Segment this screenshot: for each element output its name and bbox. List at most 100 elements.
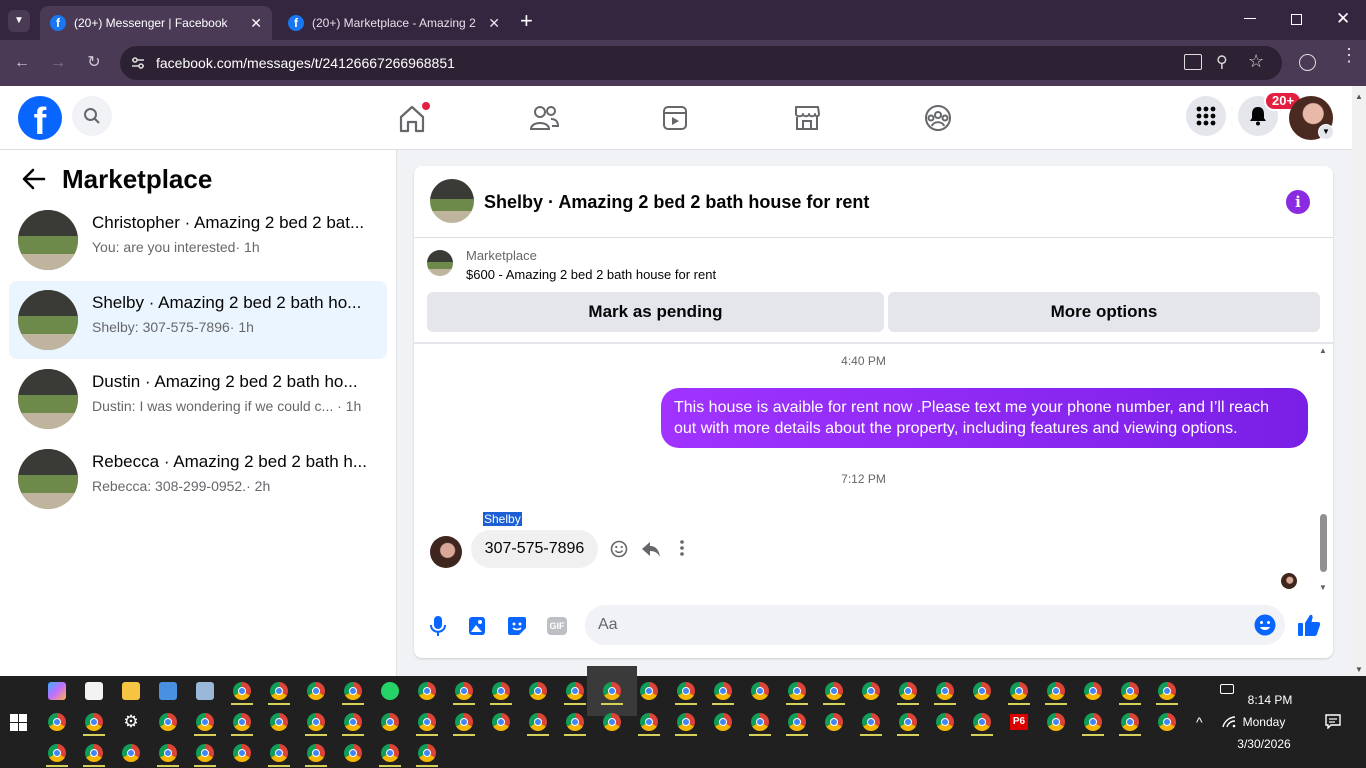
file-explorer-icon[interactable]	[122, 682, 140, 700]
chrome-taskbar-icon[interactable]	[453, 713, 475, 736]
clock-time[interactable]: 8:14 PM	[1220, 693, 1320, 707]
chrome-taskbar-icon[interactable]	[270, 713, 288, 731]
video-nav-button[interactable]	[655, 102, 695, 134]
chrome-taskbar-icon[interactable]	[342, 713, 364, 736]
chat-scrollbar[interactable]: ▲ ▼	[1317, 346, 1329, 592]
profile-icon[interactable]	[1299, 54, 1316, 71]
chrome-taskbar-icon[interactable]	[194, 713, 216, 736]
chrome-taskbar-icon[interactable]	[231, 713, 253, 736]
site-info-icon[interactable]	[130, 55, 146, 71]
bookmark-star-icon[interactable]: ☆	[1248, 51, 1264, 72]
facebook-logo[interactable]: f	[18, 96, 62, 140]
minimize-window-icon[interactable]	[1244, 18, 1256, 19]
incoming-message-bubble[interactable]: 307-575-7896	[471, 530, 598, 568]
friends-nav-button[interactable]	[524, 102, 564, 134]
more-actions-icon[interactable]	[678, 539, 686, 557]
back-arrow-icon[interactable]	[22, 168, 46, 190]
message-input[interactable]: Aa	[585, 605, 1285, 645]
chrome-taskbar-icon[interactable]	[1119, 713, 1141, 736]
close-tab-icon[interactable]: ✕	[488, 15, 500, 32]
account-chevron-down-icon[interactable]: ▼	[1318, 124, 1334, 140]
conversation-item[interactable]: Rebecca · Amazing 2 bed 2 bath h... Rebe…	[9, 440, 387, 518]
chrome-taskbar-icon[interactable]	[194, 744, 216, 767]
browser-tab-messenger[interactable]: f (20+) Messenger | Facebook ✕	[40, 6, 272, 40]
chrome-taskbar-icon[interactable]	[640, 682, 658, 700]
chrome-taskbar-icon[interactable]	[83, 713, 105, 736]
show-hidden-icons-chevron-up-icon[interactable]: ^	[1196, 714, 1203, 730]
store-icon[interactable]	[85, 682, 103, 700]
clock-day[interactable]: Monday	[1226, 715, 1302, 729]
notepad-icon[interactable]	[196, 682, 214, 700]
zoom-icon[interactable]: ⚲	[1216, 52, 1228, 72]
chrome-taskbar-icon[interactable]	[159, 713, 177, 731]
chrome-taskbar-icon[interactable]	[1047, 713, 1065, 731]
listing-summary[interactable]: $600 - Amazing 2 bed 2 bath house for re…	[466, 267, 716, 282]
keyboard-icon[interactable]	[159, 682, 177, 700]
chrome-taskbar-icon[interactable]	[268, 682, 290, 705]
restore-window-icon[interactable]	[1291, 14, 1302, 25]
voice-clip-icon[interactable]	[430, 615, 446, 637]
chrome-taskbar-icon[interactable]	[712, 682, 734, 705]
info-icon[interactable]: i	[1286, 190, 1310, 214]
conversation-item[interactable]: Dustin · Amazing 2 bed 2 bath ho... Dust…	[9, 360, 387, 438]
clock-date[interactable]: 3/30/2026	[1226, 737, 1302, 751]
chrome-taskbar-icon[interactable]	[973, 682, 991, 700]
close-tab-icon[interactable]: ✕	[250, 15, 262, 32]
settings-gear-icon[interactable]: ⚙	[122, 713, 140, 731]
chrome-taskbar-icon[interactable]	[233, 744, 251, 762]
chrome-taskbar-icon[interactable]	[675, 713, 697, 736]
chrome-taskbar-icon[interactable]	[587, 666, 637, 716]
address-bar[interactable]: facebook.com/messages/t/2412666726696885…	[120, 46, 1282, 80]
chrome-taskbar-icon[interactable]	[934, 682, 956, 705]
more-options-button[interactable]: More options	[888, 292, 1320, 332]
listing-banner-thumbnail[interactable]	[427, 250, 453, 276]
home-nav-button[interactable]	[392, 102, 432, 134]
chrome-taskbar-icon[interactable]	[825, 713, 843, 731]
chrome-taskbar-icon[interactable]	[714, 713, 732, 731]
reload-icon[interactable]: ↻	[84, 53, 104, 73]
whatsapp-icon[interactable]	[381, 682, 399, 700]
react-emoji-icon[interactable]	[610, 540, 628, 558]
chrome-taskbar-icon[interactable]	[529, 682, 547, 700]
chat-title[interactable]: Shelby · Amazing 2 bed 2 bath house for …	[484, 192, 869, 213]
copilot-icon[interactable]	[48, 682, 66, 700]
chrome-taskbar-icon[interactable]	[638, 713, 660, 736]
chrome-taskbar-icon[interactable]	[416, 713, 438, 736]
chrome-taskbar-icon[interactable]	[268, 744, 290, 767]
chrome-taskbar-icon[interactable]	[1045, 682, 1067, 705]
browser-menu-icon[interactable]: ⋮	[1340, 46, 1358, 64]
attach-photo-icon[interactable]	[468, 616, 486, 636]
chrome-taskbar-icon[interactable]	[305, 713, 327, 736]
chrome-taskbar-icon[interactable]	[897, 713, 919, 736]
mark-as-pending-button[interactable]: Mark as pending	[427, 292, 884, 332]
chrome-taskbar-icon[interactable]	[749, 713, 771, 736]
chrome-taskbar-icon[interactable]	[305, 744, 327, 767]
chrome-taskbar-icon[interactable]	[862, 682, 880, 700]
chrome-taskbar-icon[interactable]	[786, 682, 808, 705]
chrome-taskbar-icon[interactable]	[490, 682, 512, 705]
chrome-taskbar-icon[interactable]	[971, 713, 993, 736]
conversation-item-selected[interactable]: Shelby · Amazing 2 bed 2 bath ho... Shel…	[9, 281, 387, 359]
search-button[interactable]	[72, 96, 112, 136]
chrome-taskbar-icon[interactable]	[48, 713, 66, 731]
gif-icon[interactable]: GIF	[547, 617, 567, 635]
emoji-picker-icon[interactable]	[1254, 614, 1276, 636]
chrome-taskbar-icon[interactable]	[1008, 682, 1030, 705]
chrome-taskbar-icon[interactable]	[1082, 713, 1104, 736]
chrome-taskbar-icon[interactable]	[83, 744, 105, 767]
chrome-taskbar-icon[interactable]	[1156, 682, 1178, 705]
tab-list-dropdown-icon[interactable]: ▼	[8, 10, 30, 32]
chrome-taskbar-icon[interactable]	[564, 713, 586, 736]
notification-center-icon[interactable]	[1325, 714, 1341, 729]
chrome-taskbar-icon[interactable]	[860, 713, 882, 736]
menu-button[interactable]	[1186, 96, 1226, 136]
chrome-taskbar-icon[interactable]	[527, 713, 549, 736]
chrome-taskbar-icon[interactable]	[379, 744, 401, 767]
sticker-icon[interactable]	[507, 616, 527, 636]
p6-app-icon[interactable]: P6	[1010, 714, 1028, 730]
groups-nav-button[interactable]	[918, 102, 958, 134]
chrome-taskbar-icon[interactable]	[823, 682, 845, 705]
chrome-taskbar-icon[interactable]	[344, 744, 362, 762]
chrome-taskbar-icon[interactable]	[1119, 682, 1141, 705]
chrome-taskbar-icon[interactable]	[936, 713, 954, 731]
